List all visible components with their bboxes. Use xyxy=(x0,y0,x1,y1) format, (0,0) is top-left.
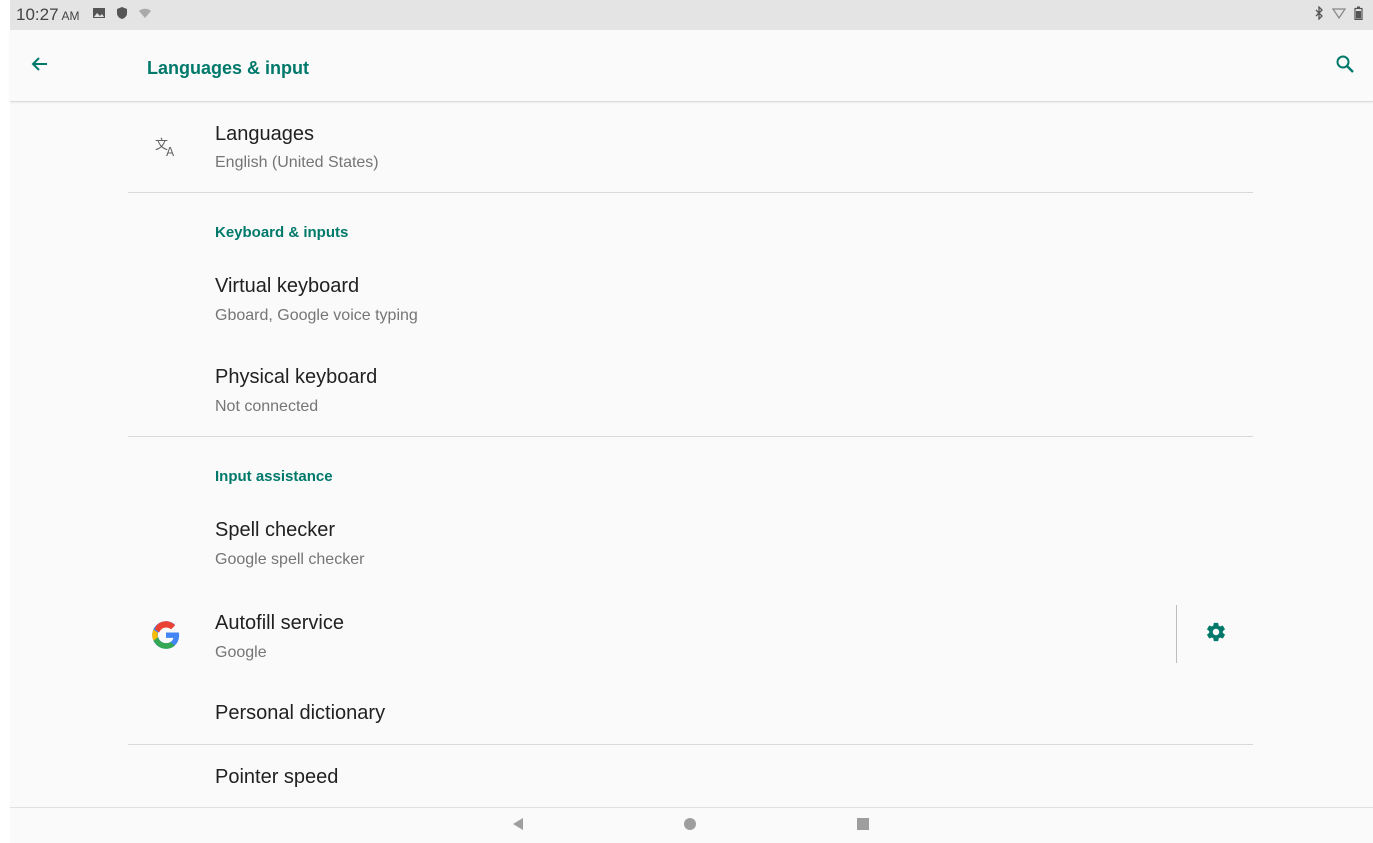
list-item-virtual-keyboard[interactable]: Virtual keyboard Gboard, Google voice ty… xyxy=(128,258,1253,348)
settings-screen: 10:27 AM Languages & input 文 A Languages… xyxy=(10,0,1373,843)
back-button[interactable] xyxy=(26,52,54,80)
spell-checker-title: Spell checker xyxy=(215,519,336,541)
list-item-personal-dictionary[interactable]: Personal dictionary xyxy=(128,681,1253,744)
divider xyxy=(128,436,1253,437)
status-left-icons xyxy=(92,6,152,25)
section-header-input-assistance: Input assistance xyxy=(215,468,333,485)
bluetooth-icon xyxy=(1314,4,1324,25)
gear-icon xyxy=(1205,621,1227,648)
status-time-value: 10:27 xyxy=(16,5,59,24)
autofill-settings-button[interactable] xyxy=(1198,616,1234,652)
settings-list: 文 A Languages English (United States) Ke… xyxy=(10,103,1373,807)
spell-checker-summary: Google spell checker xyxy=(215,551,365,568)
app-bar: Languages & input xyxy=(10,30,1373,102)
section-header-keyboard: Keyboard & inputs xyxy=(215,224,349,241)
page-title: Languages & input xyxy=(147,58,309,78)
google-icon xyxy=(150,619,182,651)
image-icon xyxy=(92,6,106,25)
battery-icon xyxy=(1354,6,1363,25)
list-item-pointer-speed[interactable]: Pointer speed xyxy=(128,745,1253,807)
status-bar: 10:27 AM xyxy=(10,0,1373,30)
arrow-left-icon xyxy=(30,54,50,79)
nav-recents-button[interactable] xyxy=(853,816,873,836)
virtual-keyboard-summary: Gboard, Google voice typing xyxy=(215,307,418,324)
autofill-service-title: Autofill service xyxy=(215,612,344,634)
signal-icon xyxy=(1331,6,1347,25)
autofill-service-summary: Google xyxy=(215,644,267,661)
list-item-spell-checker[interactable]: Spell checker Google spell checker xyxy=(128,502,1253,592)
nav-home-button[interactable] xyxy=(680,816,700,836)
physical-keyboard-title: Physical keyboard xyxy=(215,366,378,388)
back-triangle-icon xyxy=(511,817,525,836)
physical-keyboard-summary: Not connected xyxy=(215,398,319,415)
search-button[interactable] xyxy=(1331,52,1359,80)
virtual-keyboard-title: Virtual keyboard xyxy=(215,275,360,297)
shield-icon xyxy=(116,6,128,25)
list-item-autofill-service[interactable]: Autofill service Google xyxy=(128,592,1168,681)
personal-dictionary-title: Personal dictionary xyxy=(215,702,386,724)
home-circle-icon xyxy=(683,817,697,836)
divider xyxy=(128,192,1253,193)
list-item-physical-keyboard[interactable]: Physical keyboard Not connected xyxy=(128,348,1253,436)
status-right-icons xyxy=(1314,4,1363,25)
navigation-bar xyxy=(10,807,1373,843)
languages-title: Languages xyxy=(215,123,314,145)
languages-summary: English (United States) xyxy=(215,154,379,171)
translate-icon: 文 A xyxy=(150,131,182,163)
nav-back-button[interactable] xyxy=(508,816,528,836)
svg-text:A: A xyxy=(166,145,175,159)
vertical-divider xyxy=(1176,605,1177,663)
status-time-ampm: AM xyxy=(61,9,80,23)
status-time: 10:27 AM xyxy=(16,5,80,25)
wifi-off-icon xyxy=(138,6,152,25)
pointer-speed-title: Pointer speed xyxy=(215,766,339,788)
search-icon xyxy=(1335,54,1355,79)
list-item-languages[interactable]: 文 A Languages English (United States) xyxy=(128,103,1253,192)
recents-square-icon xyxy=(856,817,870,836)
